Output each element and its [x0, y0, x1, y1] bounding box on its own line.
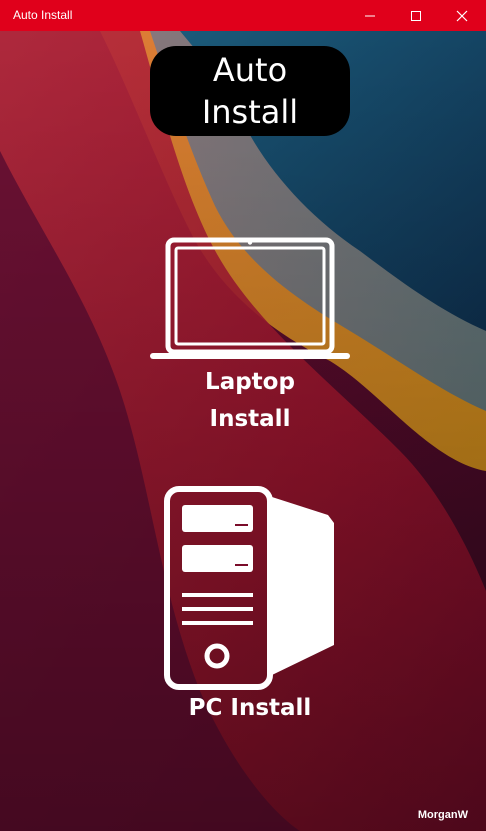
laptop-label-line-1: Laptop — [205, 369, 295, 395]
pc-install-button[interactable]: PC Install — [160, 485, 340, 727]
laptop-icon — [150, 237, 350, 359]
heading-line-1: Auto — [212, 51, 288, 89]
minimize-icon — [365, 15, 375, 16]
laptop-label-line-2: Install — [209, 406, 291, 432]
pc-install-label: PC Install — [189, 690, 312, 727]
desktop-tower-icon — [164, 486, 334, 690]
author-credit: MorganW — [417, 809, 468, 821]
app-window: Auto Install Auto Install Laptop Install… — [0, 0, 486, 831]
app-heading: Auto Install — [150, 46, 350, 136]
pc-label-line-1: PC Install — [188, 695, 312, 721]
maximize-icon — [411, 10, 421, 21]
laptop-install-label: Laptop Install — [205, 364, 295, 438]
minimize-button[interactable] — [347, 0, 393, 31]
window-title: Auto Install — [13, 8, 73, 22]
close-icon — [456, 10, 468, 21]
heading-line-2: Install — [201, 93, 299, 131]
close-button[interactable] — [439, 0, 485, 31]
laptop-install-button[interactable]: Laptop Install — [145, 236, 355, 438]
title-bar[interactable]: Auto Install — [0, 0, 486, 31]
maximize-button[interactable] — [393, 0, 439, 31]
